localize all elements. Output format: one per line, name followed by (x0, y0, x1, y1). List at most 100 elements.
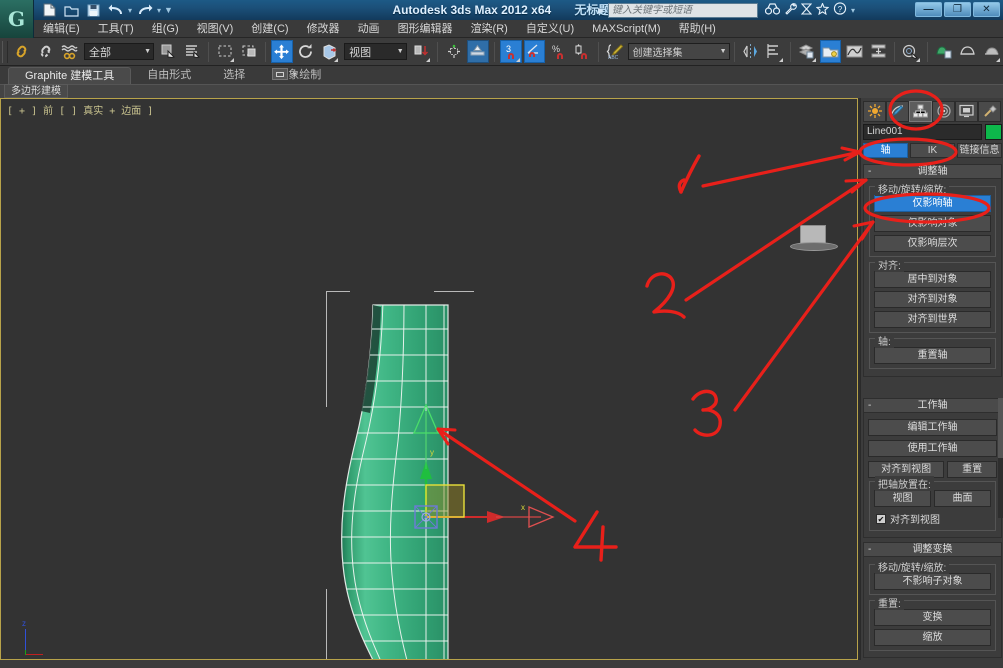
edit-working-pivot-button[interactable]: 编辑工作轴 (868, 419, 997, 436)
menu-maxscript[interactable]: MAXScript(M) (583, 20, 669, 38)
rollout-adjust-transform[interactable]: - 调整变换 移动/旋转/缩放: 不影响子对象 重置: 变换 缩放 (863, 542, 1002, 658)
viewport-front[interactable]: [ + ] 前 [ ] 真实 + 边面 ] y x z (0, 98, 858, 660)
rollout-adjust-pivot-header[interactable]: - 调整轴 (863, 164, 1002, 179)
rollout-adjust-pivot[interactable]: - 调整轴 移动/旋转/缩放: 仅影响轴 仅影响对象 仅影响层次 对齐: 居中到… (863, 164, 1002, 377)
help-icon[interactable]: ? (833, 2, 847, 18)
edit-named-selection-sets-icon[interactable]: ABC (604, 40, 626, 63)
window-crossing-icon[interactable] (238, 40, 260, 63)
align-to-object-button[interactable]: 对齐到对象 (874, 291, 991, 308)
window-controls[interactable]: — ❐ ✕ (915, 2, 1000, 17)
search-expand-icon[interactable]: ▶ (598, 6, 604, 15)
selection-filter-combo[interactable]: 全部 ▼ (83, 43, 154, 60)
menu-bar[interactable]: 编辑(E) 工具(T) 组(G) 视图(V) 创建(C) 修改器 动画 图形编辑… (34, 20, 1003, 38)
reference-coordinate-system-combo[interactable]: 视图 ▼ (344, 43, 407, 60)
ribbon-tab-freeform[interactable]: 自由形式 (131, 67, 207, 84)
move-transform-gizmo[interactable]: y x (401, 399, 561, 529)
cmd-tab-display[interactable] (955, 100, 978, 122)
ribbon-options[interactable]: ▾ (272, 68, 297, 80)
toolbar-grip[interactable] (2, 40, 8, 63)
align-icon[interactable] (763, 40, 785, 63)
use-selection-center-icon[interactable] (443, 40, 465, 63)
rectangular-selection-region-icon[interactable] (214, 40, 236, 63)
cmd-tab-utilities[interactable] (978, 100, 1001, 122)
curve-editor-icon[interactable] (843, 40, 865, 63)
help-dropdown-icon[interactable]: ▾ (851, 6, 855, 15)
use-working-pivot-button[interactable]: 使用工作轴 (868, 440, 997, 457)
rollout-collapse-icon[interactable]: - (868, 165, 871, 178)
bind-to-space-warp-icon[interactable] (58, 40, 80, 63)
ribbon-panel-polygon-modeling[interactable]: 多边形建模 (4, 84, 68, 98)
rollout-collapse-icon[interactable]: - (868, 399, 871, 412)
align-to-view-checkbox-row[interactable]: ✔ 对齐到视图 (874, 511, 991, 526)
select-object-icon[interactable] (158, 40, 180, 63)
cmd-tab-modify[interactable] (886, 100, 909, 122)
menu-views[interactable]: 视图(V) (188, 20, 243, 38)
rollout-collapse-icon[interactable]: - (868, 543, 871, 556)
layer-manager-icon[interactable] (796, 40, 818, 63)
select-and-rotate-icon[interactable] (295, 40, 317, 63)
chevron-down-icon[interactable]: ▼ (144, 48, 151, 55)
save-file-icon[interactable] (84, 2, 103, 19)
subtab-pivot[interactable]: 轴 (863, 143, 908, 158)
chevron-down-icon[interactable]: ▼ (720, 48, 727, 55)
subtab-ik[interactable]: IK (910, 143, 955, 158)
search-input[interactable]: 键入关键字或短语 (607, 2, 758, 18)
app-logo-button[interactable]: G (0, 0, 34, 38)
redo-dropdown-icon[interactable]: ▾ (157, 6, 161, 15)
open-file-icon[interactable] (62, 2, 81, 19)
menu-group[interactable]: 组(G) (143, 20, 188, 38)
cmd-tab-create[interactable] (863, 100, 886, 122)
schematic-view-icon[interactable] (867, 40, 889, 63)
command-panel[interactable]: Line001 轴 IK 链接信息 - 调整轴 移动/旋转/缩放: 仅影响轴 仅… (860, 98, 1003, 660)
named-selection-sets-combo[interactable]: 创建选择集 ▼ (627, 43, 730, 60)
object-color-swatch[interactable] (985, 124, 1002, 140)
minimize-button[interactable]: — (915, 2, 942, 17)
rollout-working-pivot[interactable]: - 工作轴 编辑工作轴 使用工作轴 对齐到视图 重置 把轴放置在: 视图 曲面 (863, 398, 1002, 538)
select-and-manipulate-icon[interactable] (467, 40, 489, 63)
reset-button[interactable]: 重置 (947, 461, 997, 478)
use-pivot-point-center-icon[interactable] (411, 40, 433, 63)
align-to-world-button[interactable]: 对齐到世界 (874, 311, 991, 328)
select-by-name-icon[interactable] (182, 40, 204, 63)
main-toolbar[interactable]: 全部 ▼ 视图 ▼ 3 % ABC 创建选择集 ▼ (0, 38, 1003, 66)
menu-create[interactable]: 创建(C) (242, 20, 297, 38)
reset-transform-button[interactable]: 变换 (874, 609, 991, 626)
quick-access-toolbar[interactable]: ▾ ▾ ▼ (40, 1, 173, 19)
place-pivot-surface-button[interactable]: 曲面 (934, 490, 991, 507)
affect-hierarchy-only-button[interactable]: 仅影响层次 (874, 235, 991, 252)
command-panel-tabs[interactable] (863, 100, 1002, 122)
angle-snap-toggle-icon[interactable] (523, 40, 546, 63)
hourglass-icon[interactable] (800, 2, 813, 18)
rollout-adjust-transform-header[interactable]: - 调整变换 (863, 542, 1002, 557)
ribbon-tab-graphite-modeling[interactable]: Graphite 建模工具 (8, 67, 132, 84)
align-to-view-checkbox[interactable]: ✔ (876, 513, 886, 524)
material-editor-icon[interactable] (900, 40, 922, 63)
affect-object-only-button[interactable]: 仅影响对象 (874, 215, 991, 232)
menu-edit[interactable]: 编辑(E) (34, 20, 89, 38)
percent-snap-toggle-icon[interactable]: % (547, 40, 569, 63)
reset-pivot-button[interactable]: 重置轴 (874, 347, 991, 364)
center-to-object-button[interactable]: 居中到对象 (874, 271, 991, 288)
cmd-tab-motion[interactable] (932, 100, 955, 122)
maximize-button[interactable]: ❐ (944, 2, 971, 17)
mirror-icon[interactable] (740, 40, 762, 63)
object-name-row[interactable]: Line001 (863, 124, 1002, 140)
redo-icon[interactable] (135, 2, 154, 19)
menu-modifiers[interactable]: 修改器 (298, 20, 349, 38)
close-button[interactable]: ✕ (973, 2, 1000, 17)
place-pivot-view-button[interactable]: 视图 (874, 490, 931, 507)
rollout-working-pivot-header[interactable]: - 工作轴 (863, 398, 1002, 413)
command-panel-scrollbar[interactable] (998, 398, 1003, 518)
subtab-link-info[interactable]: 链接信息 (957, 143, 1002, 158)
viewport-ground-object[interactable] (790, 225, 838, 253)
undo-icon[interactable] (106, 2, 125, 19)
menu-tools[interactable]: 工具(T) (89, 20, 143, 38)
search-area[interactable]: ▶ 键入关键字或短语 ? ▾ (598, 1, 855, 18)
viewport-label[interactable]: [ + ] 前 [ ] 真实 + 边面 ] (7, 102, 153, 117)
render-production-icon[interactable] (980, 40, 1002, 63)
cmd-tab-hierarchy[interactable] (909, 100, 932, 122)
menu-customize[interactable]: 自定义(U) (517, 20, 583, 38)
ribbon-display-mode-icon[interactable] (272, 68, 288, 80)
wrench-icon[interactable] (784, 2, 797, 18)
favorite-star-icon[interactable] (815, 1, 830, 18)
